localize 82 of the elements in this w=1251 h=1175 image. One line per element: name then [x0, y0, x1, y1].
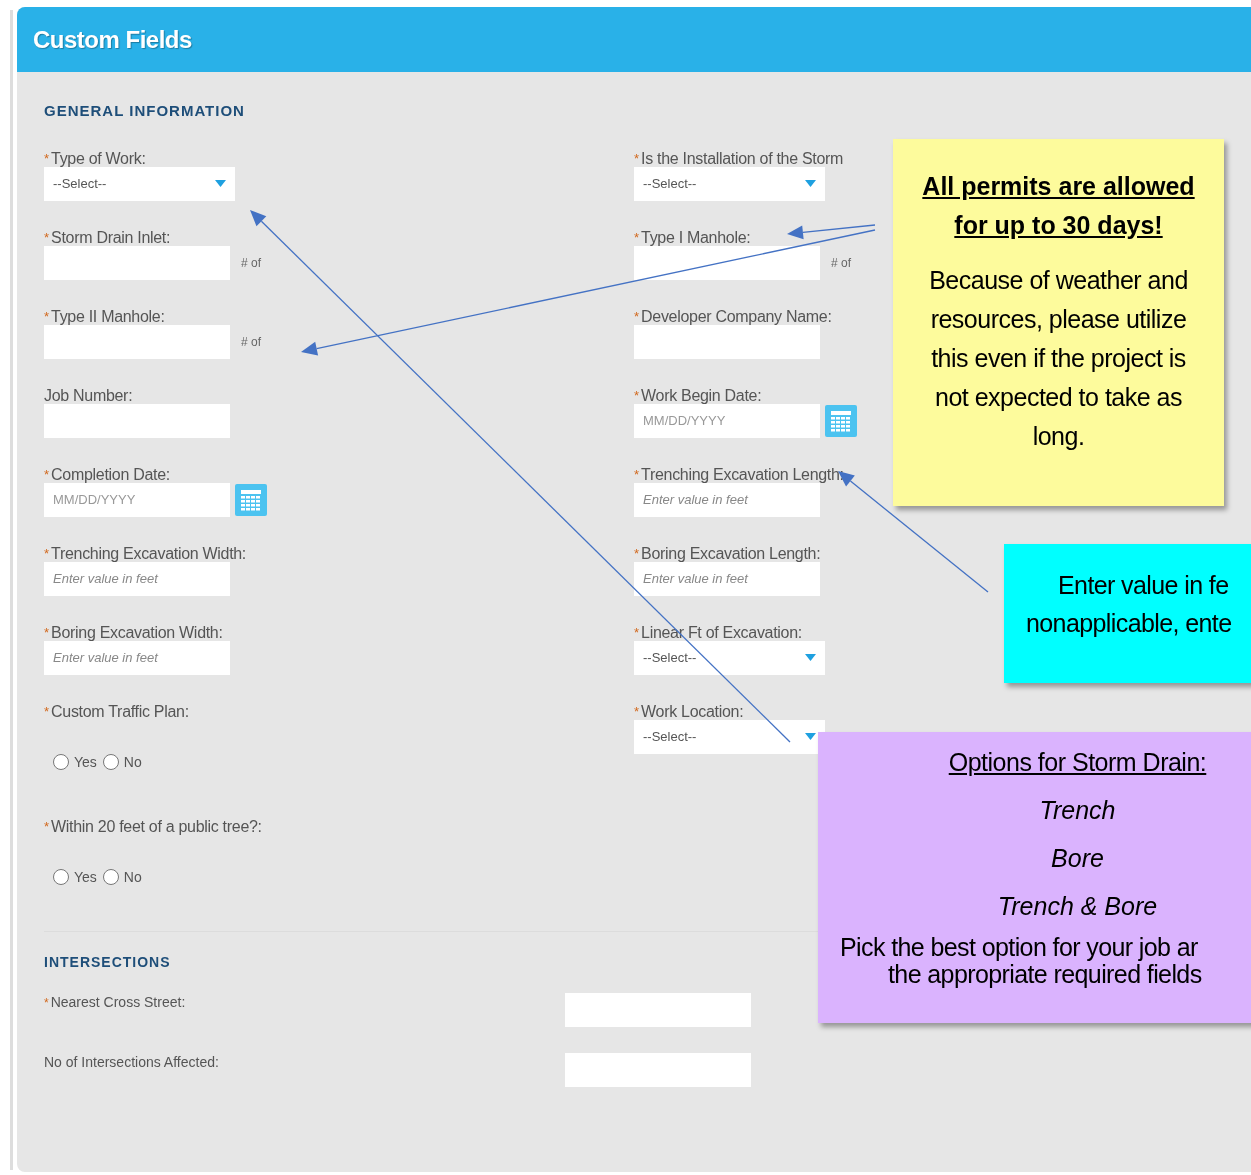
note-text: Enter value in fe [1057, 570, 1230, 601]
field-label: Within 20 feet of a public tree?: [51, 816, 262, 837]
field-label: Custom Traffic Plan: [51, 701, 189, 722]
note-text: Pick the best option for your job ar [839, 934, 1199, 961]
select-dropdown[interactable]: --Select-- [634, 719, 825, 754]
text-field[interactable]: Enter value in feet [44, 640, 230, 675]
radio-button[interactable] [53, 869, 69, 885]
text-field[interactable]: Enter value in feet [44, 561, 230, 596]
required-marker: * [634, 389, 640, 402]
radio-button[interactable] [53, 754, 69, 770]
field-label: Boring Excavation Width: [51, 622, 223, 643]
field-label: Is the Installation of the Storm [641, 148, 844, 169]
note-heading: All permits are allowed for up to 30 days! [921, 171, 1196, 241]
section-heading: INTERSECTIONS [44, 952, 171, 972]
field-label: Type II Manhole: [51, 306, 165, 327]
required-marker: * [44, 468, 50, 481]
required-marker: * [44, 547, 50, 560]
unit-label: # of [831, 254, 851, 272]
number-field[interactable] [44, 324, 230, 359]
caret-icon [805, 733, 816, 740]
unit-label: # of [241, 254, 261, 272]
required-marker: * [44, 310, 50, 323]
required-marker: * [44, 994, 49, 1012]
number-field[interactable] [44, 245, 230, 280]
note-option: Bore [965, 840, 1104, 876]
note-heading: Options for Storm Drain: [947, 747, 1207, 778]
radio-label: Yes [74, 752, 97, 772]
required-marker: * [634, 705, 640, 718]
select-dropdown[interactable]: --Select-- [634, 166, 825, 201]
text-field[interactable]: Enter value in feet [634, 482, 820, 517]
text-field[interactable] [44, 403, 230, 438]
required-marker: * [634, 310, 640, 323]
caret-icon [805, 180, 816, 187]
note-option: Trench [953, 792, 1116, 828]
note-text: Because of weather and resources, please utilize this even if the project is not expected to take as long. [928, 265, 1189, 452]
required-marker: * [634, 231, 640, 244]
text-field[interactable] [565, 1052, 751, 1087]
radio-label: Yes [74, 867, 97, 887]
date-field[interactable]: MM/DD/YYYY [634, 403, 820, 438]
section-heading: GENERAL INFORMATION [44, 101, 245, 121]
calendar-icon[interactable] [825, 404, 857, 437]
note-text: the appropriate required fields [887, 961, 1203, 988]
required-marker: * [44, 820, 50, 833]
field-label: Work Begin Date: [641, 385, 762, 406]
field-label: Completion Date: [51, 464, 170, 485]
field-label: Work Location: [641, 701, 744, 722]
field-label: Developer Company Name: [641, 306, 832, 327]
required-marker: * [634, 468, 640, 481]
number-field[interactable] [634, 245, 820, 280]
field-label: No of Intersections Affected: [44, 1053, 219, 1072]
note-text: nonapplicable, ente [1025, 608, 1233, 639]
radio-label: No [123, 752, 142, 772]
caret-icon [805, 654, 816, 661]
field-label: Type of Work: [51, 148, 146, 169]
required-marker: * [44, 705, 50, 718]
panel-title: Custom Fields [33, 24, 192, 55]
required-marker: * [44, 626, 50, 639]
field-label: Job Number: [44, 385, 133, 406]
required-marker: * [44, 152, 50, 165]
field-label: Trenching Excavation Length: [641, 464, 844, 485]
radio-label: No [123, 867, 142, 887]
field-label: Storm Drain Inlet: [51, 227, 171, 248]
unit-label: # of [241, 333, 261, 351]
text-field[interactable] [565, 992, 751, 1027]
required-marker: * [634, 152, 640, 165]
select-dropdown[interactable]: --Select-- [44, 166, 235, 201]
required-marker: * [44, 231, 50, 244]
select-dropdown[interactable]: --Select-- [634, 640, 825, 675]
field-label: Type I Manhole: [641, 227, 751, 248]
field-label: Nearest Cross Street: [50, 993, 186, 1012]
radio-button[interactable] [102, 869, 119, 885]
note-option: Trench & Bore [911, 888, 1158, 924]
date-field[interactable]: MM/DD/YYYY [44, 482, 230, 517]
required-marker: * [634, 626, 640, 639]
radio-button[interactable] [102, 754, 119, 770]
text-field[interactable] [634, 324, 820, 359]
field-label: Boring Excavation Length: [641, 543, 821, 564]
required-marker: * [634, 547, 640, 560]
field-label: Trenching Excavation Width: [51, 543, 247, 564]
caret-icon [215, 180, 226, 187]
text-field[interactable]: Enter value in feet [634, 561, 820, 596]
calendar-icon[interactable] [235, 483, 267, 516]
